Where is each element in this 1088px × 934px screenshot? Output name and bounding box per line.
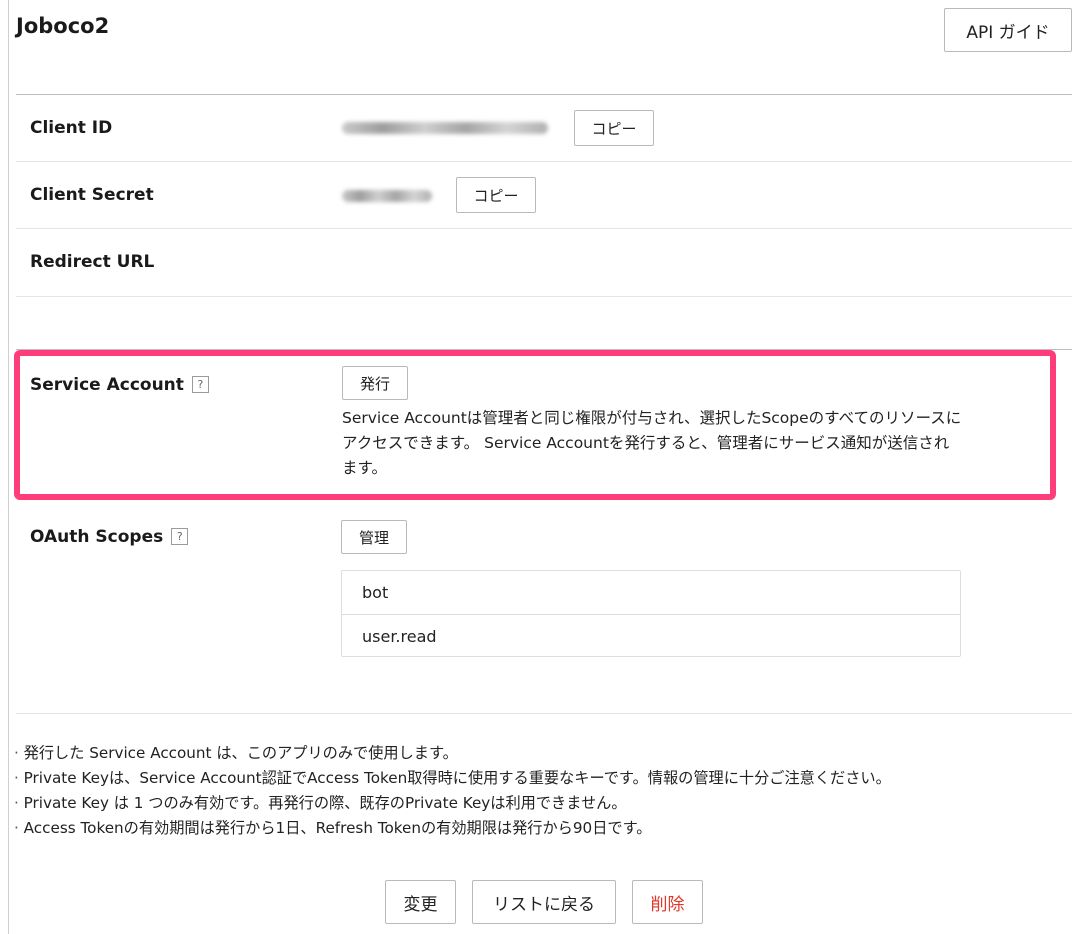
scope-list: bot user.read <box>341 570 961 657</box>
service-account-label-text: Service Account <box>30 375 184 395</box>
page-title: Joboco2 <box>16 14 110 38</box>
api-guide-button[interactable]: API ガイド <box>944 8 1072 52</box>
back-to-list-button[interactable]: リストに戻る <box>472 880 616 924</box>
note-item: 発行した Service Account は、このアプリのみで使用します。 <box>14 741 891 766</box>
note-item: Access Tokenの有効期間は発行から1日、Refresh Tokenの有… <box>14 816 891 841</box>
scope-item: bot <box>362 583 389 602</box>
scope-item: user.read <box>342 614 960 657</box>
client-secret-value-redacted <box>342 190 432 202</box>
client-id-label: Client ID <box>30 118 113 138</box>
oauth-scopes-label: OAuth Scopes? <box>30 527 189 547</box>
oauth-scopes-help-icon[interactable]: ? <box>171 528 189 545</box>
service-account-label: Service Account? <box>30 375 209 395</box>
client-secret-label: Client Secret <box>30 185 154 205</box>
manage-scopes-button[interactable]: 管理 <box>341 520 407 554</box>
redirect-url-label: Redirect URL <box>30 252 155 272</box>
row-divider <box>16 161 1072 162</box>
row-divider <box>16 296 1072 297</box>
note-item: Private Key は 1 つのみ有効です。再発行の際、既存のPrivate… <box>14 791 891 816</box>
delete-button[interactable]: 削除 <box>632 880 703 924</box>
row-divider <box>16 228 1072 229</box>
oauth-scopes-label-text: OAuth Scopes <box>30 527 164 547</box>
client-id-value-redacted <box>342 122 548 134</box>
notes-divider <box>16 713 1072 714</box>
note-item: Private Keyは、Service Account認証でAccess To… <box>14 766 891 791</box>
issue-service-account-button[interactable]: 発行 <box>342 366 408 400</box>
service-account-help-icon[interactable]: ? <box>191 376 209 393</box>
copy-client-secret-button[interactable]: コピー <box>456 177 536 213</box>
change-button[interactable]: 変更 <box>385 880 456 924</box>
notes-list: 発行した Service Account は、このアプリのみで使用します。 Pr… <box>14 741 891 841</box>
header-divider <box>16 94 1072 95</box>
copy-client-id-button[interactable]: コピー <box>574 110 654 146</box>
service-account-description: Service Accountは管理者と同じ権限が付与され、選択したScopeの… <box>342 409 962 477</box>
